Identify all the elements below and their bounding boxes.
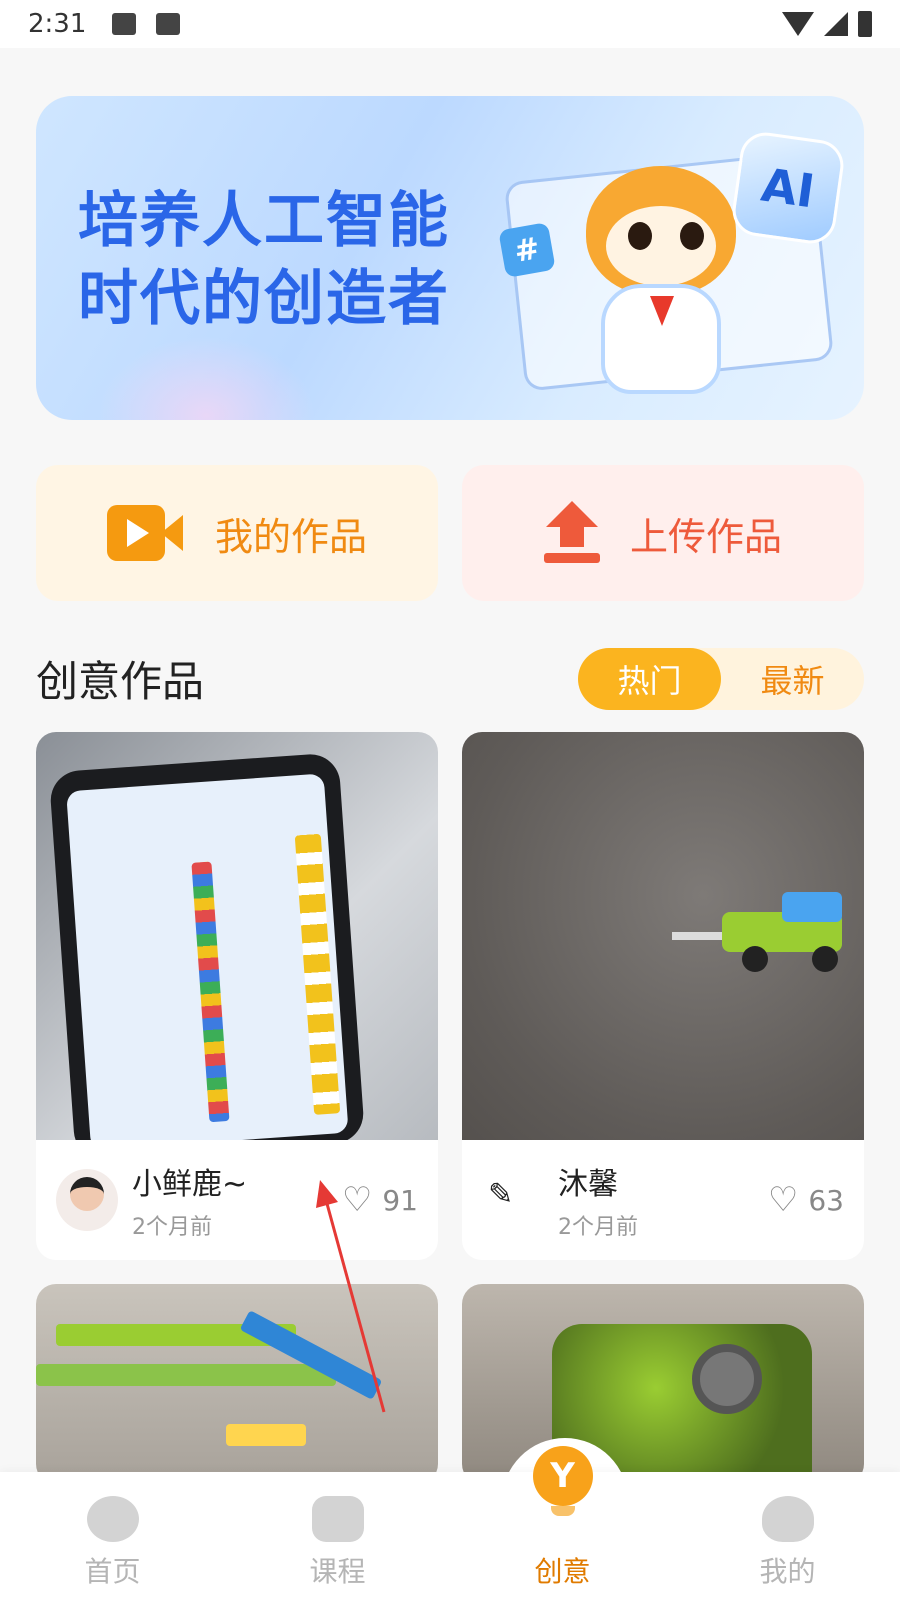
status-time: 2:31 [28,9,87,39]
tab-label: 我的 [759,1555,816,1588]
upload-icon [543,501,600,565]
status-bar: 2:31 [0,0,900,48]
tab-course[interactable]: 课程 [225,1472,450,1600]
work-card[interactable]: ✎ 沐馨 2个月前 ♡ 63 [462,732,864,1260]
avatar[interactable] [56,1169,118,1231]
avatar[interactable]: ✎ [482,1169,544,1231]
heart-icon: ♡ [767,1180,799,1220]
like-count: 91 [382,1183,418,1217]
course-icon [311,1496,364,1542]
tab-label: 首页 [84,1555,141,1588]
heart-icon: ♡ [341,1180,373,1220]
image-notification-icon [112,13,137,35]
sort-tab-hot[interactable]: 热门 [578,648,721,710]
like-count: 63 [808,1183,844,1217]
author-name[interactable]: 沐馨 [558,1159,638,1203]
profile-icon [761,1496,814,1542]
section-title: 创意作品 [36,657,205,706]
sort-toggle: 热门 最新 [578,648,864,710]
post-time: 2个月前 [132,1215,212,1240]
upload-work-label: 上传作品 [629,514,782,559]
tab-label: 创意 [534,1555,591,1588]
banner-title-line1: 培养人工智能 [78,186,450,256]
ai-shield-icon: AI [729,129,847,247]
video-camera-icon [106,505,185,561]
promo-banner[interactable]: 培养人工智能 时代的创造者 # AI [36,96,864,420]
sort-tab-latest[interactable]: 最新 [721,648,864,710]
battery-icon [858,11,872,37]
my-works-label: 我的作品 [214,514,367,559]
bottom-tabbar: 首页 课程 Y 创意 我的 [0,1446,900,1600]
upload-work-button[interactable]: 上传作品 [462,465,864,601]
tab-label: 课程 [309,1555,366,1588]
mascot-tie [650,296,674,326]
squirrel-mascot [576,166,746,416]
create-icon: Y [532,1446,593,1516]
mascot-eye-right [680,222,704,250]
like-button[interactable]: ♡ 91 [342,1183,418,1217]
tab-home[interactable]: 首页 [0,1472,225,1600]
work-thumbnail[interactable] [462,732,864,1140]
work-thumbnail[interactable] [36,1284,438,1484]
post-time: 2个月前 [558,1215,638,1240]
work-card[interactable] [36,1284,438,1484]
wifi-icon [782,12,814,36]
like-button[interactable]: ♡ 63 [768,1183,844,1217]
work-card[interactable]: 小鲜鹿~ 2个月前 ♡ 91 [36,732,438,1260]
cell-signal-icon [824,12,848,36]
work-thumbnail[interactable] [36,732,438,1140]
author-name[interactable]: 小鲜鹿~ [132,1159,247,1203]
tablet-photo [48,752,366,1140]
text-notification-icon [156,13,181,35]
my-works-button[interactable]: 我的作品 [36,465,438,601]
banner-glow-decoration [96,336,316,420]
banner-title-line2: 时代的创造者 [78,264,450,334]
mascot-eye-left [628,222,652,250]
lego-car-photo [672,892,852,972]
work-meta: 小鲜鹿~ 2个月前 ♡ 91 [36,1140,438,1260]
tab-me[interactable]: 我的 [675,1472,900,1600]
home-icon [86,1496,139,1542]
tab-create[interactable]: Y 创意 [450,1446,675,1600]
work-meta: ✎ 沐馨 2个月前 ♡ 63 [462,1140,864,1260]
hash-badge-icon: # [498,222,556,278]
banner-title: 培养人工智能 时代的创造者 [78,182,450,338]
